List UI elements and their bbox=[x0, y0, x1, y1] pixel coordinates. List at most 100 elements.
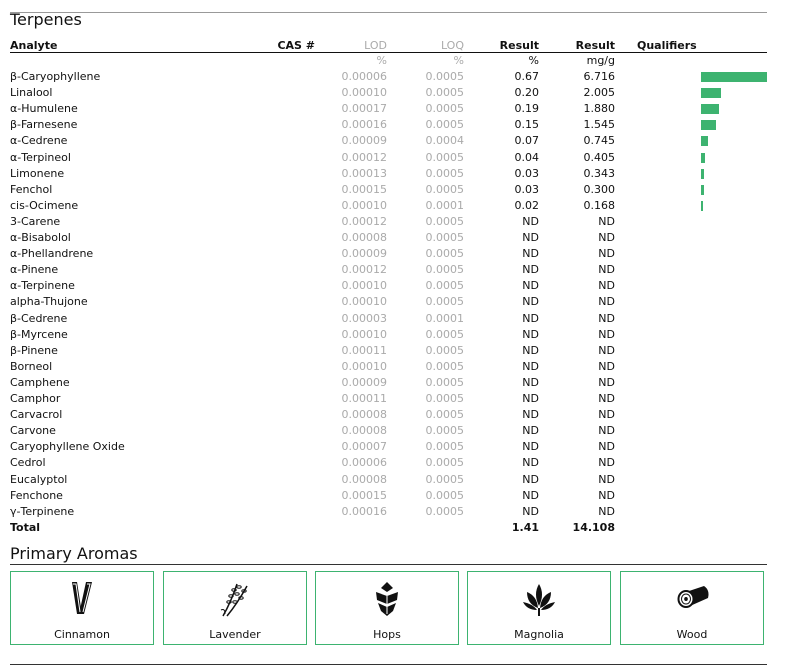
loq-value: 0.0005 bbox=[425, 327, 465, 341]
result-mg-value: ND bbox=[598, 392, 615, 405]
table-row: Camphor 0.00011 0.0005 ND ND bbox=[10, 391, 767, 407]
result-mg-value: ND bbox=[598, 408, 615, 422]
loq-value: 0.0005 bbox=[425, 214, 465, 228]
loq-value: 0.0005 bbox=[425, 472, 465, 486]
aroma-label: Magnolia bbox=[514, 628, 564, 641]
aroma-card-cinnamon: Cinnamon bbox=[10, 571, 154, 645]
lod-value: 0.00011 bbox=[341, 343, 388, 357]
table-row: Caryophyllene Oxide 0.00007 0.0005 ND ND bbox=[10, 439, 767, 455]
table-row: Eucalyptol 0.00008 0.0005 ND ND bbox=[10, 472, 767, 488]
table-row: cis-Ocimene 0.00010 0.0001 0.02 0.168 bbox=[10, 198, 767, 214]
loq-value: 0.0005 bbox=[425, 247, 465, 261]
lod-value: 0.00009 bbox=[341, 134, 388, 148]
table-row: 3-Carene 0.00012 0.0005 ND ND bbox=[10, 214, 767, 230]
table-row: α-Pinene 0.00012 0.0005 ND ND bbox=[10, 262, 767, 278]
loq-value: 0.0001 bbox=[425, 198, 465, 212]
wood-icon bbox=[677, 586, 709, 608]
loq-value: 0.0005 bbox=[425, 504, 465, 518]
result-mg-value: 2.005 bbox=[583, 86, 616, 100]
result-mg-value: ND bbox=[598, 327, 615, 341]
result-pct-value: 0.15 bbox=[514, 118, 540, 132]
loq-value: 0.0005 bbox=[425, 263, 465, 277]
analyte-name: α-Cedrene bbox=[10, 134, 68, 148]
analyte-name: β-Pinene bbox=[10, 343, 58, 357]
analyte-name: Cedrol bbox=[10, 456, 46, 470]
unit-result-mg: mg/g bbox=[586, 54, 615, 67]
aroma-card-wood: Wood bbox=[620, 571, 764, 645]
analyte-name: Eucalyptol bbox=[10, 472, 68, 486]
lod-value: 0.00013 bbox=[341, 166, 388, 180]
result-pct-value: ND bbox=[522, 488, 539, 502]
result-mg-value: ND bbox=[598, 375, 615, 389]
lod-value: 0.00015 bbox=[341, 488, 388, 502]
table-row: Fenchol 0.00015 0.0005 0.03 0.300 bbox=[10, 182, 767, 198]
loq-value: 0.0004 bbox=[425, 134, 465, 148]
result-mg-value: ND bbox=[598, 472, 615, 486]
loq-value: 0.0005 bbox=[425, 488, 465, 502]
analyte-name: β-Cedrene bbox=[10, 311, 68, 325]
loq-value: 0.0001 bbox=[425, 311, 465, 325]
result-pct-value: ND bbox=[522, 214, 539, 228]
table-row: γ-Terpinene 0.00016 0.0005 ND ND bbox=[10, 504, 767, 520]
result-mg-value: ND bbox=[598, 343, 615, 357]
analyte-name: α-Terpineol bbox=[10, 150, 71, 164]
lod-value: 0.00012 bbox=[341, 150, 388, 164]
concentration-bar bbox=[701, 120, 717, 131]
loq-value: 0.0005 bbox=[425, 424, 465, 438]
analyte-name: Carvacrol bbox=[10, 408, 63, 422]
concentration-bar bbox=[701, 152, 705, 163]
aroma-card-hops: Hops bbox=[315, 571, 459, 645]
lod-value: 0.00010 bbox=[341, 295, 388, 309]
analyte-name: Camphene bbox=[10, 375, 70, 389]
analyte-name: α-Phellandrene bbox=[10, 247, 94, 261]
analyte-name: Carvone bbox=[10, 424, 56, 438]
table-row: Linalool 0.00010 0.0005 0.20 2.005 bbox=[10, 85, 767, 101]
lod-value: 0.00010 bbox=[341, 86, 388, 100]
lavender-icon bbox=[220, 583, 248, 617]
lod-value: 0.00008 bbox=[341, 231, 388, 244]
result-mg-value: ND bbox=[598, 247, 615, 261]
table-row: alpha-Thujone 0.00010 0.0005 ND ND bbox=[10, 294, 767, 310]
analyte-name: β-Farnesene bbox=[10, 118, 78, 132]
table-row: β-Pinene 0.00011 0.0005 ND ND bbox=[10, 343, 767, 359]
aroma-label: Hops bbox=[373, 628, 401, 641]
lod-value: 0.00007 bbox=[341, 440, 388, 454]
result-mg-value: ND bbox=[598, 440, 615, 454]
loq-value: 0.0005 bbox=[425, 182, 465, 196]
result-pct-value: ND bbox=[522, 327, 539, 341]
lod-value: 0.00006 bbox=[341, 456, 388, 470]
result-mg-value: 1.880 bbox=[583, 102, 616, 116]
result-mg-value: ND bbox=[598, 231, 615, 244]
table-row: β-Farnesene 0.00016 0.0005 0.15 1.545 bbox=[10, 117, 767, 133]
result-pct-value: ND bbox=[522, 263, 539, 277]
table-row: Borneol 0.00010 0.0005 ND ND bbox=[10, 359, 767, 375]
bottom-divider bbox=[10, 664, 767, 665]
loq-value: 0.0005 bbox=[425, 70, 465, 83]
analyte-name: Camphor bbox=[10, 392, 61, 405]
loq-value: 0.0005 bbox=[425, 456, 465, 470]
result-mg-value: ND bbox=[598, 311, 615, 325]
analyte-name: α-Bisabolol bbox=[10, 231, 71, 244]
lod-value: 0.00008 bbox=[341, 472, 388, 486]
lod-value: 0.00012 bbox=[341, 214, 388, 228]
loq-value: 0.0005 bbox=[425, 392, 465, 405]
result-pct-value: ND bbox=[522, 392, 539, 405]
analyte-name: Borneol bbox=[10, 359, 53, 373]
total-mg-value: 14.108 bbox=[572, 520, 615, 534]
loq-value: 0.0005 bbox=[425, 440, 465, 454]
lod-value: 0.00009 bbox=[341, 375, 388, 389]
table-row: α-Bisabolol 0.00008 0.0005 ND ND bbox=[10, 230, 767, 246]
result-pct-value: 0.07 bbox=[514, 134, 540, 148]
result-pct-value: ND bbox=[522, 440, 539, 454]
analyte-name: α-Humulene bbox=[10, 102, 78, 116]
aroma-card-lavender: Lavender bbox=[163, 571, 307, 645]
result-mg-value: 0.168 bbox=[583, 198, 616, 212]
analyte-name: 3-Carene bbox=[10, 214, 61, 228]
table-row: Carvacrol 0.00008 0.0005 ND ND bbox=[10, 407, 767, 423]
analyte-name: Linalool bbox=[10, 86, 53, 100]
concentration-bar bbox=[701, 72, 767, 82]
result-mg-value: 0.300 bbox=[583, 182, 616, 196]
result-pct-value: ND bbox=[522, 408, 539, 422]
table-row: β-Caryophyllene 0.00006 0.0005 0.67 6.716 bbox=[10, 69, 767, 85]
result-mg-value: 6.716 bbox=[583, 70, 616, 83]
